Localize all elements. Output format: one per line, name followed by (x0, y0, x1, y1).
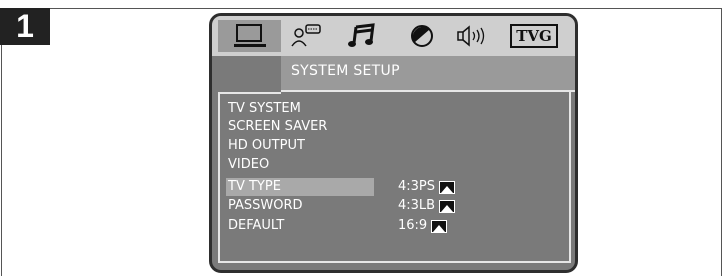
menu-item-tv-type[interactable]: TV TYPE (226, 178, 374, 196)
option-16-9[interactable]: 16:9 (398, 217, 448, 235)
step-number-badge: 1 (0, 8, 50, 45)
audio-icon[interactable] (342, 20, 382, 52)
menu-item-video[interactable]: VIDEO (226, 156, 374, 174)
option-4-3ps-label: 4:3PS (398, 179, 436, 194)
system-setup-icon[interactable] (218, 20, 281, 52)
menu-item-default[interactable]: DEFAULT (226, 217, 374, 235)
menu-item-hd-output[interactable]: HD OUTPUT (226, 137, 374, 155)
menu-item-tv-system[interactable]: TV SYSTEM (226, 100, 374, 118)
language-icon[interactable] (286, 20, 326, 52)
aspect-16-9-icon (431, 219, 448, 233)
aspect-4-3ps-icon (439, 180, 456, 194)
option-4-3ps[interactable]: 4:3PS (398, 178, 456, 196)
option-16-9-label: 16:9 (398, 218, 428, 233)
video-icon[interactable] (402, 20, 442, 52)
tvg-icon-label: TVG (510, 24, 558, 48)
menu-item-password[interactable]: PASSWORD (226, 197, 374, 215)
menu-item-screen-saver[interactable]: SCREEN SAVER (226, 118, 374, 136)
tvg-icon[interactable]: TVG (508, 20, 560, 52)
menu-icon-bar: TVG (212, 16, 575, 56)
osd-setup-menu: TVG SYSTEM SETUP TV SYSTEM SCREEN SAVER … (209, 13, 578, 273)
speaker-icon[interactable] (452, 20, 498, 52)
option-4-3lb-label: 4:3LB (398, 198, 436, 213)
option-4-3lb[interactable]: 4:3LB (398, 197, 456, 215)
tab-header: SYSTEM SETUP (281, 56, 575, 92)
tab-title: SYSTEM SETUP (291, 63, 400, 79)
aspect-4-3lb-icon (439, 199, 456, 213)
